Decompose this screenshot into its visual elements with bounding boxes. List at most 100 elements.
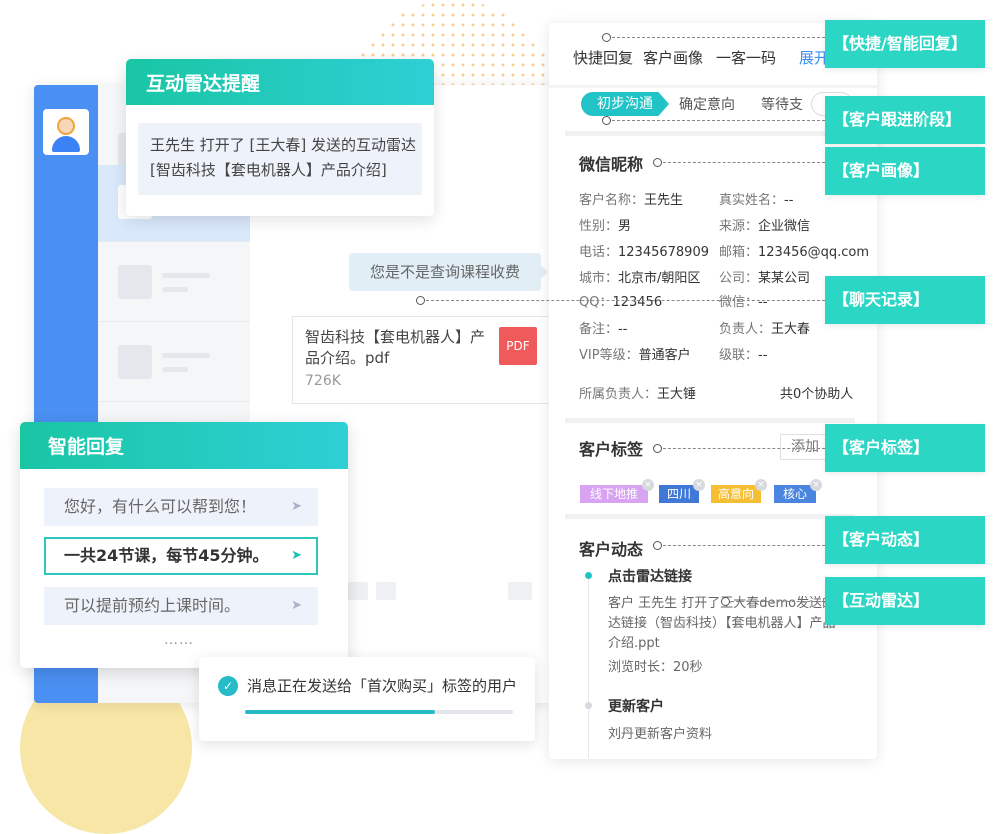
send-plane-icon[interactable]: ➤ — [291, 539, 302, 573]
profile-field-value: 普通客户 — [638, 348, 691, 363]
callout-follow-up-stage: 【客户跟进阶段】 — [825, 96, 985, 144]
callout-leader-line — [658, 162, 825, 163]
customer-tag[interactable]: 四川 × — [659, 479, 705, 503]
profile-field-label: 来源： — [719, 219, 759, 234]
tags-section-title: 客户标签 — [579, 440, 644, 459]
profile-field-value: 王大春 — [771, 322, 811, 337]
profile-field: 邮箱：123456@qq.com — [719, 241, 869, 260]
profile-field-label: 性别： — [579, 219, 619, 234]
customer-tag-label: 高意向 — [717, 487, 754, 501]
profile-field-value: 某某公司 — [758, 271, 811, 286]
callout-anchor-circle — [653, 444, 662, 453]
stage-step-current[interactable]: 初步沟通 — [581, 92, 669, 116]
timeline-dot — [585, 702, 592, 709]
remove-tag-icon[interactable]: × — [693, 479, 705, 491]
progress-fill — [245, 710, 436, 714]
check-circle-icon: ✓ — [218, 676, 238, 696]
activity-line: 达链接（智齿科技）【套电机器人】产品 — [608, 616, 836, 631]
radar-popup-title: 互动雷达提醒 — [146, 73, 261, 95]
callout-leader-line — [658, 448, 825, 449]
tabs-divider — [549, 85, 877, 88]
customer-tag-label: 四川 — [666, 487, 691, 501]
smart-reply-header: 智能回复 — [20, 422, 348, 469]
profile-section-title: 微信昵称 — [579, 155, 644, 174]
section-divider — [565, 131, 855, 136]
timeline-line — [588, 573, 589, 758]
profile-field-label: VIP等级： — [579, 348, 639, 363]
smart-reply-option[interactable]: 可以提前预约上课时间。 ➤ — [44, 587, 318, 625]
smart-reply-option-selected[interactable]: 一共24节课，每节45分钟。 ➤ — [44, 537, 318, 575]
chat-bubble: 您是不是查询课程收费 — [349, 253, 541, 291]
callout-anchor-circle — [653, 541, 662, 550]
profile-field-value: 123456 — [612, 295, 663, 310]
profile-field-label: 公司： — [719, 271, 759, 286]
profile-field-value: 北京市/朝阳区 — [618, 271, 701, 286]
profile-field: 真实姓名：-- — [719, 189, 793, 208]
stage-step[interactable]: 确定意向 — [679, 94, 735, 114]
add-tag-button[interactable]: 添加 — [780, 434, 830, 460]
assistant-count[interactable]: 共0个协助人 — [780, 383, 853, 402]
profile-field: 电话：12345678909 — [579, 241, 709, 260]
pdf-file-icon: PDF — [499, 327, 537, 365]
profile-field: VIP等级：普通客户 — [579, 344, 691, 363]
customer-tag-label: 核心 — [782, 487, 807, 501]
tab-quick-reply[interactable]: 快捷回复 — [573, 47, 633, 68]
activity-line: 介绍.ppt — [608, 636, 660, 651]
profile-field-label: 客户名称： — [579, 193, 645, 208]
profile-field-value: 123456@qq.com — [758, 245, 870, 260]
smart-reply-title: 智能回复 — [48, 436, 125, 458]
remove-tag-icon[interactable]: × — [642, 479, 654, 491]
send-plane-icon[interactable]: ➤ — [291, 587, 302, 625]
customer-tag-label: 线下地推 — [589, 487, 638, 501]
timeline-dot — [585, 572, 592, 579]
smart-reply-more[interactable]: …… — [164, 632, 194, 648]
callout-leader-line — [607, 37, 825, 38]
file-message-card[interactable]: 智齿科技【套电机器人】产品介绍。pdf 726K PDF — [292, 316, 554, 404]
callout-leader-line — [726, 601, 825, 602]
callout-chat-history: 【聊天记录】 — [825, 276, 985, 324]
send-plane-icon[interactable]: ➤ — [291, 488, 302, 526]
profile-field-label: 微信： — [719, 295, 759, 310]
customer-tag[interactable]: 高意向 × — [711, 479, 767, 503]
smart-reply-text: 可以提前预约上课时间。 — [64, 596, 241, 615]
profile-field: 性别：男 — [579, 215, 631, 234]
smart-reply-option[interactable]: 您好，有什么可以帮到您！ ➤ — [44, 488, 318, 526]
section-divider — [565, 418, 855, 423]
callout-customer-tags: 【客户标签】 — [825, 424, 985, 472]
profile-field-label: QQ： — [579, 295, 613, 310]
callout-leader-line — [658, 545, 825, 546]
progress-track — [245, 710, 513, 714]
profile-field: 来源：企业微信 — [719, 215, 810, 234]
callout-interactive-radar: 【互动雷达】 — [825, 577, 985, 625]
remove-tag-icon[interactable]: × — [810, 479, 822, 491]
file-size: 726K — [305, 373, 341, 389]
customer-tag[interactable]: 核心 × — [774, 479, 822, 503]
profile-field-value: -- — [784, 193, 794, 208]
tab-customer-profile[interactable]: 客户画像 — [643, 47, 703, 68]
profile-field-value: 王先生 — [644, 193, 684, 208]
callout-customer-profile: 【客户画像】 — [825, 147, 985, 195]
profile-field: 客户名称：王先生 — [579, 189, 683, 208]
radar-popup-body[interactable]: 王先生 打开了 [王大春] 发送的互动雷达 [智齿科技【套电机器人】产品介绍] — [138, 123, 422, 195]
activity-title: 更新客户 — [608, 699, 664, 715]
conversation-item[interactable] — [98, 325, 250, 402]
section-divider — [565, 514, 855, 519]
sending-toast: ✓ 消息正在发送给「首次购买」标签的用户 — [199, 657, 535, 741]
profile-field-label: 真实姓名： — [719, 193, 785, 208]
profile-field-value: 男 — [618, 219, 632, 234]
profile-field: 备注：-- — [579, 318, 627, 337]
smart-reply-text: 一共24节课，每节45分钟。 — [64, 546, 269, 565]
remove-tag-icon[interactable]: × — [755, 479, 767, 491]
customer-tag[interactable]: 线下地推 × — [580, 479, 654, 503]
stage-step[interactable]: 等待支 — [761, 94, 803, 114]
tab-one-customer-one-code[interactable]: 一客一码 — [716, 47, 776, 68]
smart-reply-text: 您好，有什么可以帮到您！ — [64, 497, 257, 516]
callout-leader-line — [607, 120, 825, 121]
activity-line: 浏览时长：20秒 — [608, 660, 703, 675]
profile-field: 城市：北京市/朝阳区 — [579, 267, 700, 286]
user-avatar[interactable] — [43, 109, 89, 155]
file-name: 智齿科技【套电机器人】产品介绍。pdf — [305, 328, 486, 367]
conversation-item[interactable] — [98, 245, 250, 322]
profile-field-label: 城市： — [579, 271, 619, 286]
profile-field-value: -- — [758, 348, 768, 363]
